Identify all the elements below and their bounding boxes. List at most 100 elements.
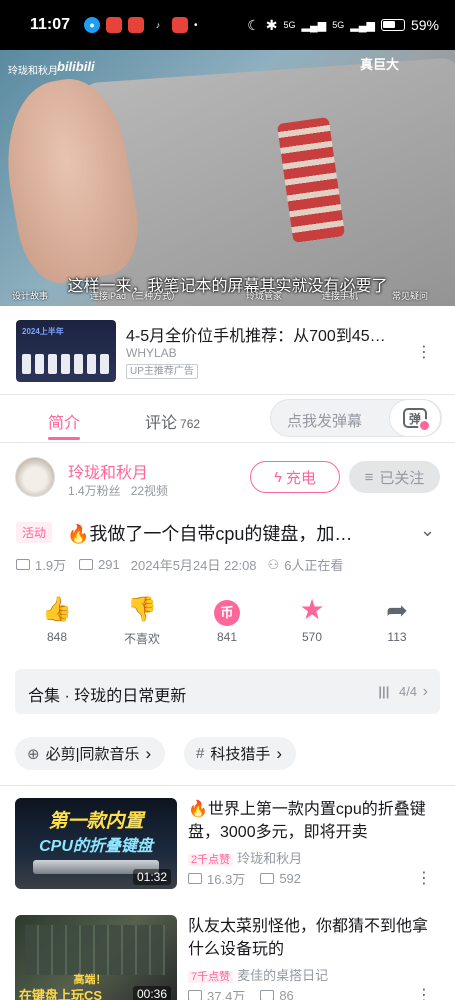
signal-bars-icon: ▂▄▆ bbox=[301, 19, 327, 32]
ad-card[interactable]: 2024上半年 4-5月全价位手机推荐：从700到45… WHYLAB UP主推… bbox=[16, 320, 446, 382]
video-player[interactable]: 玲珑和秋月 bilibili 真巨大 这样一来，我笔记本的屏幕其实就没有必要了 … bbox=[0, 50, 455, 306]
coin-count: 841 bbox=[216, 630, 238, 644]
chevron-down-icon[interactable]: ⌄ bbox=[420, 520, 435, 541]
chevron-right-icon: › bbox=[145, 743, 152, 763]
signal-5g-a: 5G bbox=[283, 20, 296, 30]
tag-label: 科技猎手 bbox=[210, 746, 271, 763]
chapter-label[interactable]: 连接iPad（三种方式） bbox=[90, 289, 180, 302]
favorite-button[interactable]: ★ 570 bbox=[277, 594, 347, 645]
author-name[interactable]: 玲珑和秋月 bbox=[68, 459, 148, 483]
danmaku-count: 291 bbox=[98, 557, 120, 572]
view-count: 16.3万 bbox=[207, 872, 246, 887]
thumb-caption-2: 在键盘上玩CS bbox=[19, 988, 103, 1000]
danmaku-count: 86 bbox=[279, 988, 294, 1000]
like-button[interactable]: 👍 848 bbox=[22, 595, 92, 644]
video-meta: 1.9万 291 2024年5月24日 22:08 ⚇ 6人正在看 bbox=[16, 555, 343, 574]
play-count-icon bbox=[16, 559, 30, 570]
video-thumbnail: 高端！ 在键盘上玩CS 00:36 bbox=[15, 915, 177, 1000]
tag-chip-topic[interactable]: # 科技猎手 › bbox=[184, 737, 297, 770]
coin-button[interactable]: 币 841 bbox=[192, 595, 262, 644]
app-icon-red bbox=[106, 17, 123, 33]
thumbs-up-icon: 👍 bbox=[42, 596, 72, 623]
video-frame-laptop bbox=[79, 57, 455, 306]
more-dot-icon: • bbox=[194, 19, 198, 31]
tiktok-icon: ♪ bbox=[150, 17, 167, 33]
video-stats: 37.4万 86 bbox=[188, 986, 294, 1000]
tab-bar: 简介 评论 762 点我发弹幕 弹 bbox=[0, 396, 455, 442]
likes-badge: 7千点赞 bbox=[188, 971, 234, 983]
ad-thumb-text: 2024上半年 bbox=[22, 327, 64, 336]
ad-author: WHYLAB bbox=[126, 346, 177, 360]
view-count: 1.9万 bbox=[35, 558, 67, 573]
chapter-label[interactable]: 常见疑问 bbox=[392, 289, 428, 302]
bluetooth-icon: ✱ bbox=[265, 16, 278, 33]
status-time: 11:07 bbox=[30, 16, 71, 33]
view-count: 37.4万 bbox=[207, 989, 246, 1000]
app-icon-red-2 bbox=[128, 17, 145, 33]
author-fans: 1.4万粉丝 bbox=[68, 484, 121, 498]
signal-5g-b: 5G bbox=[332, 20, 345, 30]
play-count-icon bbox=[188, 873, 202, 884]
play-count-icon bbox=[188, 990, 202, 1000]
video-title: 🔥世界上第一款内置cpu的折叠键盘，3000多元，即将开卖 bbox=[188, 801, 426, 841]
collection-count: 4/4 bbox=[398, 684, 418, 699]
collection-progress: ||| 4/4 › bbox=[378, 683, 428, 701]
video-thumbnail: 第一款内置 CPU的折叠键盘 01:32 bbox=[15, 798, 177, 889]
chevron-right-icon: › bbox=[276, 743, 283, 763]
avatar[interactable] bbox=[15, 457, 55, 497]
video-title: 队友太菜别怪他，你都猜不到他拿什么设备玩的 bbox=[188, 918, 429, 958]
tab-comments-label: 评论 bbox=[145, 415, 178, 432]
moon-icon: ☾ bbox=[247, 16, 260, 33]
tag-chip-music[interactable]: ⊕ 必剪|同款音乐 › bbox=[15, 737, 166, 770]
collection-title: 合集 · 玲珑的日常更新 bbox=[28, 688, 187, 705]
activity-badge[interactable]: 活动 bbox=[16, 522, 53, 543]
bilibili-logo: bilibili bbox=[57, 59, 95, 74]
chapter-label[interactable]: 玲珑管家 bbox=[246, 289, 282, 302]
tag-label: 必剪|同款音乐 bbox=[45, 746, 140, 763]
collection-card[interactable]: 合集 · 玲珑的日常更新 ||| 4/4 › bbox=[15, 669, 440, 714]
more-vertical-icon[interactable]: ⋮ bbox=[416, 985, 432, 1000]
tab-intro[interactable]: 简介 bbox=[48, 409, 80, 433]
video-stats: 16.3万 592 bbox=[188, 869, 301, 888]
list-bars-icon: ||| bbox=[378, 684, 390, 699]
share-arrow-icon: ➦ bbox=[386, 595, 408, 625]
lightning-icon: ϟ bbox=[274, 468, 282, 486]
chapter-label[interactable]: 设计故事 bbox=[12, 289, 48, 302]
hashtag-icon: # bbox=[196, 745, 205, 762]
thumb-caption-2: CPU的折叠键盘 bbox=[39, 838, 153, 855]
dislike-button[interactable]: 👎 不喜欢 bbox=[107, 595, 177, 647]
tab-comments[interactable]: 评论 762 bbox=[145, 409, 200, 433]
charge-button[interactable]: ϟ 充电 bbox=[250, 461, 340, 493]
share-button[interactable]: ➦ 113 bbox=[362, 595, 432, 644]
battery-percent: 59% bbox=[410, 17, 439, 33]
music-game-icon: ⊕ bbox=[27, 745, 40, 763]
watching-count: 6人正在看 bbox=[284, 558, 344, 573]
more-vertical-icon[interactable]: ⋮ bbox=[416, 342, 432, 362]
danmaku-count: 592 bbox=[279, 871, 302, 886]
divider bbox=[0, 785, 455, 786]
video-subtitle: 这样一来，我笔记本的屏幕其实就没有必要了 bbox=[67, 278, 388, 295]
chapter-label[interactable]: 连接手机 bbox=[322, 289, 358, 302]
star-icon: ★ bbox=[299, 594, 325, 625]
more-vertical-icon[interactable]: ⋮ bbox=[416, 868, 432, 888]
share-count: 113 bbox=[387, 630, 407, 644]
danmaku-placeholder: 点我发弹幕 bbox=[287, 413, 363, 430]
video-overlay-text: 真巨大 bbox=[359, 57, 399, 72]
viewers-icon: ⚇ bbox=[267, 556, 280, 572]
recommended-video[interactable]: 高端！ 在键盘上玩CS 00:36 队友太菜别怪他，你都猜不到他拿什么设备玩的 … bbox=[15, 915, 440, 1000]
follow-label: 已关注 bbox=[379, 469, 425, 487]
thumb-caption-1: 第一款内置 bbox=[48, 811, 144, 832]
video-duration: 01:32 bbox=[132, 869, 171, 885]
author-videos: 22视频 bbox=[130, 484, 169, 498]
recommended-video[interactable]: 第一款内置 CPU的折叠键盘 01:32 🔥世界上第一款内置cpu的折叠键盘，3… bbox=[15, 798, 440, 898]
danmaku-toggle-button[interactable]: 弹 bbox=[389, 399, 441, 437]
app-icon-red-3 bbox=[172, 17, 189, 33]
action-row: 👍 848 👎 不喜欢 币 841 ★ 570 ➦ 113 bbox=[0, 595, 455, 650]
divider bbox=[0, 442, 455, 443]
follow-button[interactable]: ≡ 已关注 bbox=[349, 461, 440, 493]
danmaku-input[interactable]: 点我发弹幕 弹 bbox=[270, 399, 442, 437]
ad-thumbnail: 2024上半年 bbox=[16, 320, 116, 382]
danmaku-count-icon bbox=[260, 990, 275, 1000]
ad-label: UP主推荐广告 bbox=[126, 364, 198, 379]
battery-icon bbox=[380, 19, 405, 31]
